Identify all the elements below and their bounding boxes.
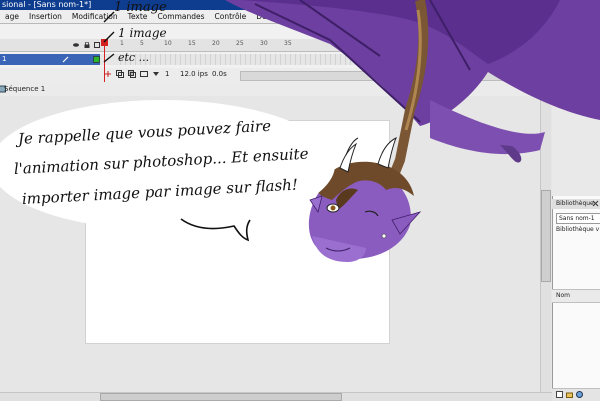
menu-item-deboguer[interactable]: Déboguer xyxy=(251,12,298,21)
frame-rate: 12.0 ips xyxy=(180,70,208,78)
layer-color-icon[interactable] xyxy=(93,56,100,63)
modify-markers-icon[interactable] xyxy=(152,70,160,78)
timeline-panel: 1 5 10 15 20 25 30 35 1 1 12.0 ips 0.0s xyxy=(0,24,600,83)
vertical-scroll-thumb[interactable] xyxy=(541,190,551,282)
annotation-one-image-2: 1 image xyxy=(118,26,167,40)
library-column-header[interactable]: Nom xyxy=(552,289,600,303)
onion-outline-icon[interactable] xyxy=(128,70,136,78)
ruler-label: 15 xyxy=(188,40,196,47)
edit-multiple-frames-icon[interactable] xyxy=(140,70,148,78)
ruler-label: 10 xyxy=(164,40,172,47)
frame-ruler: 1 5 10 15 20 25 30 35 xyxy=(120,39,420,51)
library-footer xyxy=(552,388,600,401)
frame-cells[interactable] xyxy=(120,54,600,65)
current-frame: 1 xyxy=(165,70,170,78)
ruler-label: 35 xyxy=(284,40,292,47)
pencil-icon xyxy=(62,56,69,63)
library-title-text: Bibliothèque xyxy=(556,200,594,207)
ruler-label: 1 xyxy=(120,40,124,47)
scene-label[interactable]: Séquence 1 xyxy=(4,82,45,96)
library-document-select[interactable]: Sans nom-1 xyxy=(556,213,600,224)
edit-bar: Séquence 1 xyxy=(0,82,600,97)
annotation-one-image-1: 1 image xyxy=(114,0,167,15)
lock-icon[interactable] xyxy=(84,42,90,48)
annotation-etc: etc ... xyxy=(118,51,150,64)
ruler-label: 25 xyxy=(236,40,244,47)
elapsed-time: 0.0s xyxy=(212,70,227,78)
ruler-label: 30 xyxy=(260,40,268,47)
new-symbol-icon[interactable] xyxy=(556,391,563,398)
menu-item-insertion[interactable]: Insertion xyxy=(24,12,67,21)
menu-item[interactable]: age xyxy=(0,12,24,21)
layer-number: 1 xyxy=(2,55,7,63)
center-frame-icon[interactable] xyxy=(104,70,112,78)
library-document-name: Sans nom-1 xyxy=(559,215,595,222)
new-folder-icon[interactable] xyxy=(566,391,573,398)
timeline-scrollbar[interactable] xyxy=(240,71,542,81)
window-title: sional - [Sans nom-1*] xyxy=(2,0,92,9)
layer-selected[interactable]: 1 xyxy=(0,54,100,65)
library-label: Bibliothèque v xyxy=(556,226,600,233)
window-title-bar: sional - [Sans nom-1*] xyxy=(0,0,600,10)
eye-icon[interactable] xyxy=(73,42,79,48)
annotation-bracket xyxy=(103,11,115,63)
menu-bar: age Insertion Modification Texte Command… xyxy=(0,10,600,24)
close-icon[interactable] xyxy=(592,200,599,207)
properties-icon[interactable] xyxy=(576,391,583,398)
library-column-name: Nom xyxy=(556,292,571,299)
menu-item-controle[interactable]: Contrôle xyxy=(210,12,252,21)
ruler-label: 5 xyxy=(140,40,144,47)
onion-skin-icon[interactable] xyxy=(116,70,124,78)
speech-bubble-tail xyxy=(180,218,251,242)
ruler-label: 20 xyxy=(212,40,220,47)
